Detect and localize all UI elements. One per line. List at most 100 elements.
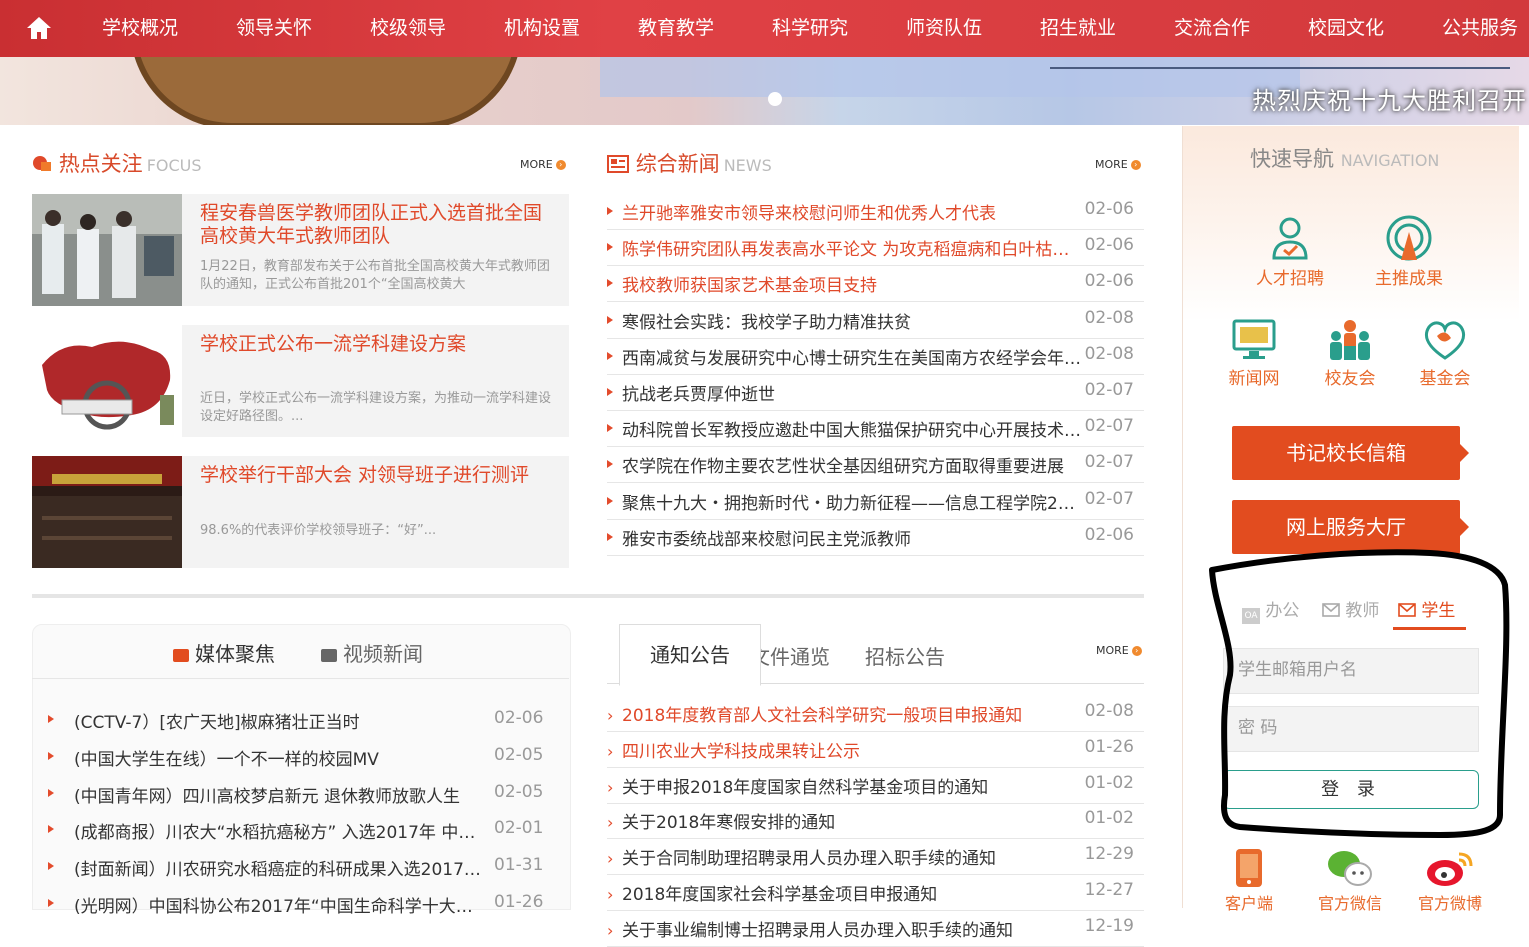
- item-title[interactable]: (CCTV-7）[农广天地]椒麻猪壮正当时: [74, 708, 484, 733]
- media-list-item[interactable]: (光明网）中国科协公布2017年“中国生命科学十大进展” 01-26: [48, 886, 548, 923]
- item-title[interactable]: 抗战老兵贾厚仲逝世: [622, 380, 1082, 405]
- news-list-item[interactable]: 兰开驰率雅安市领导来校慰问师生和优秀人才代表 02-06: [607, 193, 1144, 230]
- item-title[interactable]: 关于申报2018年度国家自然科学基金项目的通知: [622, 773, 1082, 798]
- item-title[interactable]: 关于2018年寒假安排的通知: [622, 808, 1082, 833]
- item-title[interactable]: 雅安市委统战部来校慰问民主党派教师: [622, 525, 1082, 550]
- news-list-item[interactable]: 寒假社会实践：我校学子助力精准扶贫 02-08: [607, 302, 1144, 339]
- item-title[interactable]: 2018年度国家社会科学基金项目申报通知: [622, 880, 1082, 905]
- item-title[interactable]: 四川农业大学科技成果转让公示: [622, 737, 1082, 762]
- focus-item[interactable]: 学校举行干部大会 对领导班子进行测评 98.6%的代表评价学校领导班子：“好”.…: [32, 456, 569, 568]
- login-button[interactable]: 登 录: [1223, 770, 1479, 809]
- nav-item-education[interactable]: 教育教学: [638, 0, 714, 57]
- item-title[interactable]: 农学院在作物主要农艺性状全基因组研究方面取得重要进展: [622, 452, 1082, 477]
- focus-more-link[interactable]: MORE ›: [520, 158, 566, 171]
- notice-list-item[interactable]: › 2018年度国家社会科学基金项目申报通知 12-27: [607, 874, 1144, 911]
- notice-list-item[interactable]: › 四川农业大学科技成果转让公示 01-26: [607, 731, 1144, 768]
- media-list-item[interactable]: (中国大学生在线）一个不一样的校园MV 02-05: [48, 739, 548, 776]
- bullet-arrow-icon: [607, 315, 613, 324]
- item-title[interactable]: (成都商报）川农大“水稻抗癌秘方” 入选2017年 中国生命科学十大进展: [74, 818, 484, 843]
- news-list-item[interactable]: 雅安市委统战部来校慰问民主党派教师 02-06: [607, 519, 1144, 556]
- news-list-item[interactable]: 抗战老兵贾厚仲逝世 02-07: [607, 374, 1144, 411]
- item-title[interactable]: 聚焦十九大・拥抱新时代・助力新征程——信息工程学院2018年: [622, 489, 1082, 514]
- tab-teacher[interactable]: 教师: [1322, 596, 1379, 621]
- item-title[interactable]: 2018年度教育部人文社会科学研究一般项目申报通知: [622, 701, 1082, 726]
- item-title[interactable]: 关于合同制助理招聘录用人员办理入职手续的通知: [622, 844, 1082, 869]
- item-title[interactable]: (封面新闻）川农研究水稻癌症的科研成果入选2017年中国生命科学: [74, 855, 484, 880]
- item-title[interactable]: 陈学伟研究团队再发表高水平论文 为攻克稻瘟病和白叶枯病提供新思路: [622, 235, 1082, 260]
- news-more-link[interactable]: MORE ›: [1095, 158, 1141, 171]
- alumni-link[interactable]: 校友会: [1318, 318, 1382, 389]
- item-title[interactable]: (中国大学生在线）一个不一样的校园MV: [74, 745, 484, 770]
- tab-notices[interactable]: 通知公告: [619, 624, 761, 686]
- tab-bidding[interactable]: 招标公告: [865, 641, 945, 670]
- media-list-item[interactable]: (封面新闻）川农研究水稻癌症的科研成果入选2017年中国生命科学 01-31: [48, 849, 548, 886]
- news-list-item[interactable]: 我校教师获国家艺术基金项目支持 02-06: [607, 265, 1144, 303]
- tab-office[interactable]: OA 办公: [1242, 596, 1299, 624]
- oa-icon: OA: [1242, 608, 1260, 624]
- news-title-text: 综合新闻: [635, 152, 720, 176]
- item-date: 01-02: [1084, 808, 1134, 829]
- news-list-item[interactable]: 聚焦十九大・拥抱新时代・助力新征程——信息工程学院2018年 02-07: [607, 483, 1144, 520]
- notice-list-item[interactable]: › 关于2018年寒假安排的通知 01-02: [607, 802, 1144, 840]
- news-list-item[interactable]: 农学院在作物主要农艺性状全基因组研究方面取得重要进展 02-07: [607, 446, 1144, 484]
- tab-student[interactable]: 学生: [1398, 596, 1455, 621]
- news-list-item[interactable]: 西南减贫与发展研究中心博士研究生在美国南方农经学会年会上作报告02-08: [607, 338, 1144, 375]
- item-title[interactable]: 兰开驰率雅安市领导来校慰问师生和优秀人才代表: [622, 199, 1082, 224]
- item-title[interactable]: 西南减贫与发展研究中心博士研究生在美国南方农经学会年会上作报告: [622, 344, 1082, 369]
- online-service-button[interactable]: 网上服务大厅: [1232, 500, 1469, 554]
- nav-item-school-overview[interactable]: 学校概况: [102, 0, 178, 57]
- recruitment-link[interactable]: 人才招聘: [1250, 214, 1330, 289]
- nav-item-campus-culture[interactable]: 校园文化: [1308, 0, 1384, 57]
- item-title[interactable]: 动科院曾长军教授应邀赴中国大熊猫保护研究中心开展技术指导: [622, 416, 1082, 441]
- nav-item-school-leaders[interactable]: 校级领导: [370, 0, 446, 57]
- focus-item[interactable]: 学校正式公布一流学科建设方案 近日，学校正式公布一流学科建设方案，为推动一流学科…: [32, 325, 569, 437]
- tab-video-news[interactable]: 视频新闻: [321, 638, 423, 667]
- news-list-item[interactable]: 陈学伟研究团队再发表高水平论文 为攻克稻瘟病和白叶枯病提供新思路02-06: [607, 229, 1144, 267]
- notice-list-item[interactable]: › 2018年度教育部人文社会科学研究一般项目申报通知 02-08: [607, 695, 1144, 732]
- notice-list-item[interactable]: › 关于申报2018年度国家自然科学基金项目的通知 01-02: [607, 767, 1144, 804]
- notices-more-link[interactable]: MORE ›: [1096, 644, 1142, 657]
- focus-item-title[interactable]: 程安春兽医学教师团队正式入选首批全国高校黄大年式教师团队: [200, 202, 560, 248]
- item-title[interactable]: 寒假社会实践：我校学子助力精准扶贫: [622, 308, 1082, 333]
- focus-item-title[interactable]: 学校正式公布一流学科建设方案: [200, 333, 560, 356]
- wechat-link[interactable]: 官方微信: [1313, 848, 1387, 914]
- mobile-client-link[interactable]: 客户端: [1212, 848, 1286, 914]
- password-field[interactable]: [1223, 706, 1479, 752]
- mail-icon: [1322, 603, 1340, 617]
- password-input[interactable]: [1236, 707, 1470, 749]
- item-title[interactable]: 关于事业编制博士招聘录用人员办理入职手续的通知: [622, 916, 1082, 941]
- media-list-item[interactable]: (CCTV-7）[农广天地]椒麻猪壮正当时 02-06: [48, 702, 548, 739]
- banner[interactable]: 热烈庆祝十九大胜利召开: [0, 57, 1529, 125]
- nav-item-exchange[interactable]: 交流合作: [1174, 0, 1250, 57]
- focus-item[interactable]: 程安春兽医学教师团队正式入选首批全国高校黄大年式教师团队 1月22日，教育部发布…: [32, 194, 569, 306]
- focus-more-label: MORE: [520, 158, 553, 171]
- achievements-link[interactable]: 主推成果: [1369, 214, 1449, 289]
- item-title[interactable]: (光明网）中国科协公布2017年“中国生命科学十大进展”: [74, 892, 484, 917]
- nav-item-public-service[interactable]: 公共服务: [1442, 0, 1518, 57]
- notice-list-item[interactable]: › 关于合同制助理招聘录用人员办理入职手续的通知 12-29: [607, 838, 1144, 876]
- media-list-item[interactable]: (成都商报）川农大“水稻抗癌秘方” 入选2017年 中国生命科学十大进展 02-0…: [48, 812, 548, 849]
- tab-documents[interactable]: 文件通览: [750, 641, 830, 670]
- nav-item-faculty[interactable]: 师资队伍: [906, 0, 982, 57]
- username-input[interactable]: [1236, 649, 1470, 691]
- president-mailbox-button[interactable]: 书记校长信箱: [1232, 426, 1469, 480]
- notice-list-item[interactable]: › 关于事业编制博士招聘录用人员办理入职手续的通知 12-19: [607, 910, 1144, 947]
- item-title[interactable]: 我校教师获国家艺术基金项目支持: [622, 271, 1082, 296]
- nav-item-leader-care[interactable]: 领导关怀: [236, 0, 312, 57]
- username-field[interactable]: [1223, 648, 1479, 694]
- newsnet-link[interactable]: 新闻网: [1222, 318, 1286, 389]
- nav-item-organization[interactable]: 机构设置: [504, 0, 580, 57]
- focus-item-title[interactable]: 学校举行干部大会 对领导班子进行测评: [200, 464, 560, 487]
- nav-item-admission[interactable]: 招生就业: [1040, 0, 1116, 57]
- nav-item-research[interactable]: 科学研究: [772, 0, 848, 57]
- item-title[interactable]: (中国青年网）四川高校梦启新元 退休教师放歌人生: [74, 782, 484, 807]
- weibo-link[interactable]: 官方微博: [1413, 848, 1487, 914]
- media-list-item[interactable]: (中国青年网）四川高校梦启新元 退休教师放歌人生 02-05: [48, 776, 548, 813]
- tab-media-focus[interactable]: 媒体聚焦: [173, 638, 275, 667]
- quick-nav-title: 快速导航 NAVIGATION: [1250, 143, 1439, 173]
- news-list-item[interactable]: 动科院曾长军教授应邀赴中国大熊猫保护研究中心开展技术指导 02-07: [607, 410, 1144, 448]
- carousel-dot[interactable]: [768, 92, 782, 106]
- home-icon[interactable]: [24, 14, 54, 42]
- item-date: 02-06: [1084, 199, 1134, 219]
- foundation-link[interactable]: 基金会: [1413, 318, 1477, 389]
